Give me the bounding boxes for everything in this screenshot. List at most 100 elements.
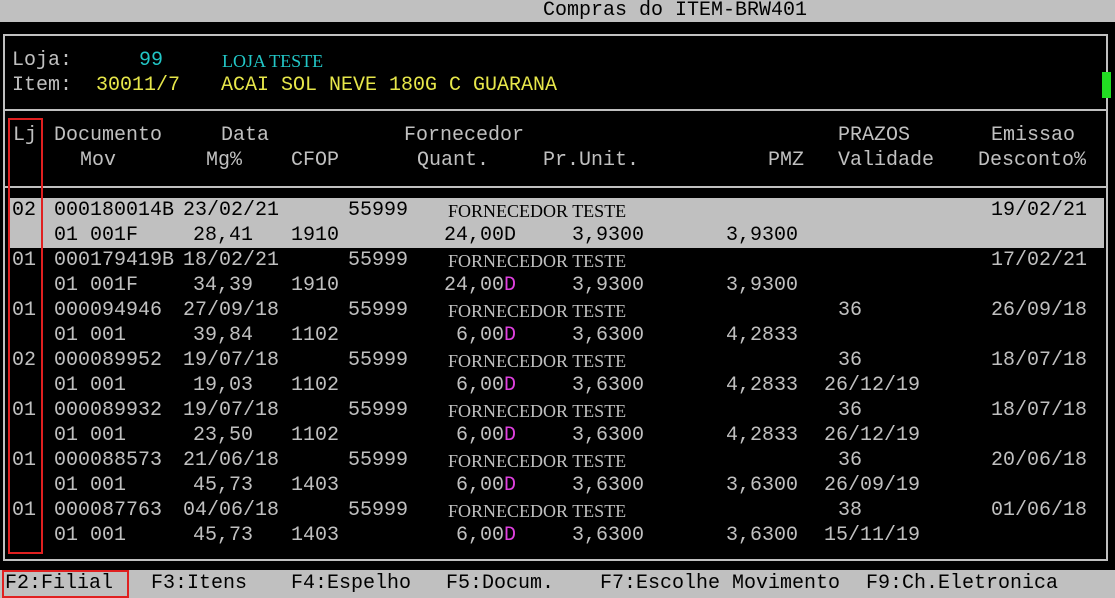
window-title: Compras do ITEM-BRW401	[543, 0, 808, 22]
row-pmz: 3,9300	[726, 224, 799, 247]
row-supplier-name: FORNECEDOR TESTE	[448, 251, 627, 271]
row-margin: 39,84	[193, 324, 254, 347]
row-emissao: 17/02/21	[991, 249, 1088, 272]
col-pmz: PMZ	[768, 149, 805, 172]
row-unit-price: 3,6300	[572, 424, 645, 447]
row-date: 27/09/18	[183, 299, 280, 322]
row-quantity: 24,00D	[444, 274, 516, 298]
col-emissao: Emissao	[991, 124, 1076, 147]
row-quantity-flag: D	[503, 324, 516, 347]
row-document: 000087763	[54, 499, 163, 522]
row-quantity-flag: D	[503, 524, 516, 547]
fkey-f5-docum[interactable]: F5:Docum.	[446, 572, 554, 596]
row-pmz: 4,2833	[726, 374, 799, 397]
fkey-f7-escolhe-movimento[interactable]: F7:Escolhe Movimento	[600, 572, 840, 596]
col-mg: Mg%	[206, 149, 243, 172]
row-mov: 01 001	[54, 474, 127, 497]
row-validity: 15/11/19	[824, 524, 921, 547]
lj-column-highlight-box	[8, 118, 43, 554]
row-cfop: 1102	[291, 424, 340, 447]
row-margin: 28,41	[193, 224, 254, 247]
column-header-divider	[3, 186, 1108, 188]
row-unit-price: 3,6300	[572, 524, 645, 547]
row-date: 04/06/18	[183, 499, 280, 522]
store-code: 99	[139, 49, 164, 72]
row-validity: 26/12/19	[824, 424, 921, 447]
row-supplier-code: 55999	[348, 249, 409, 272]
row-quantity: 6,00D	[456, 374, 516, 398]
col-prunit: Pr.Unit.	[543, 149, 640, 172]
row-unit-price: 3,9300	[572, 274, 645, 297]
row-margin: 45,73	[193, 474, 254, 497]
row-emissao: 19/02/21	[991, 199, 1088, 222]
row-quantity-value: 6,00	[455, 374, 504, 397]
row-unit-price: 3,6300	[572, 374, 645, 397]
col-quant: Quant.	[417, 149, 490, 172]
row-quantity-value: 6,00	[455, 524, 504, 547]
row-supplier-name: FORNECEDOR TESTE	[448, 301, 627, 321]
row-document: 000089952	[54, 349, 163, 372]
row-quantity: 24,00D	[444, 224, 516, 248]
row-supplier-name: FORNECEDOR TESTE	[448, 351, 627, 371]
store-label: Loja:	[12, 49, 73, 72]
row-validity: 26/09/19	[824, 474, 921, 497]
row-quantity: 6,00D	[456, 324, 516, 348]
row-quantity-value: 24,00	[443, 224, 504, 247]
row-date: 19/07/18	[183, 349, 280, 372]
row-quantity-flag: D	[503, 474, 516, 497]
row-document: 000089932	[54, 399, 163, 422]
row-emissao: 26/09/18	[991, 299, 1088, 322]
row-supplier-code: 55999	[348, 199, 409, 222]
col-documento: Documento	[54, 124, 163, 147]
row-quantity: 6,00D	[456, 424, 516, 448]
row-emissao: 20/06/18	[991, 449, 1088, 472]
row-prazo: 38	[838, 499, 863, 522]
row-emissao: 18/07/18	[991, 399, 1088, 422]
row-quantity-flag: D	[503, 274, 516, 297]
row-supplier-code: 55999	[348, 449, 409, 472]
row-pmz: 3,6300	[726, 474, 799, 497]
row-prazo: 36	[838, 449, 863, 472]
row-cfop: 1403	[291, 474, 340, 497]
row-cfop: 1910	[291, 224, 340, 247]
f2-highlight-box	[2, 570, 129, 598]
row-supplier-name: FORNECEDOR TESTE	[448, 501, 627, 521]
fkey-f9-ch-eletronica[interactable]: F9:Ch.Eletronica	[866, 572, 1058, 596]
col-prazos: PRAZOS	[838, 124, 911, 147]
row-date: 18/02/21	[183, 249, 280, 272]
main-frame	[3, 34, 1108, 561]
item-label: Item:	[12, 74, 73, 97]
col-cfop: CFOP	[291, 149, 340, 172]
row-supplier-code: 55999	[348, 399, 409, 422]
row-prazo: 36	[838, 349, 863, 372]
row-quantity-value: 6,00	[455, 474, 504, 497]
store-name: LOJA TESTE	[222, 51, 324, 71]
row-unit-price: 3,6300	[572, 474, 645, 497]
title-bar: Compras do ITEM-BRW401	[0, 0, 1115, 22]
row-emissao: 18/07/18	[991, 349, 1088, 372]
row-quantity-flag: D	[503, 224, 516, 247]
row-quantity-value: 6,00	[455, 424, 504, 447]
row-prazo: 36	[838, 299, 863, 322]
row-cfop: 1910	[291, 274, 340, 297]
row-quantity-value: 24,00	[443, 274, 504, 297]
row-document: 000179419B	[54, 249, 175, 272]
row-quantity-value: 6,00	[455, 324, 504, 347]
row-margin: 34,39	[193, 274, 254, 297]
col-data: Data	[221, 124, 270, 147]
row-quantity: 6,00D	[456, 474, 516, 498]
row-mov: 01 001	[54, 324, 127, 347]
header-divider	[3, 109, 1108, 111]
fkey-f4-espelho[interactable]: F4:Espelho	[291, 572, 411, 596]
row-document: 000094946	[54, 299, 163, 322]
row-supplier-name: FORNECEDOR TESTE	[448, 201, 627, 221]
row-date: 21/06/18	[183, 449, 280, 472]
row-pmz: 4,2833	[726, 324, 799, 347]
row-prazo: 36	[838, 399, 863, 422]
fkey-f3-itens[interactable]: F3:Itens	[151, 572, 247, 596]
row-margin: 23,50	[193, 424, 254, 447]
item-code: 30011/7	[96, 74, 181, 97]
row-supplier-name: FORNECEDOR TESTE	[448, 401, 627, 421]
row-quantity-flag: D	[503, 424, 516, 447]
row-mov: 01 001F	[54, 274, 139, 297]
